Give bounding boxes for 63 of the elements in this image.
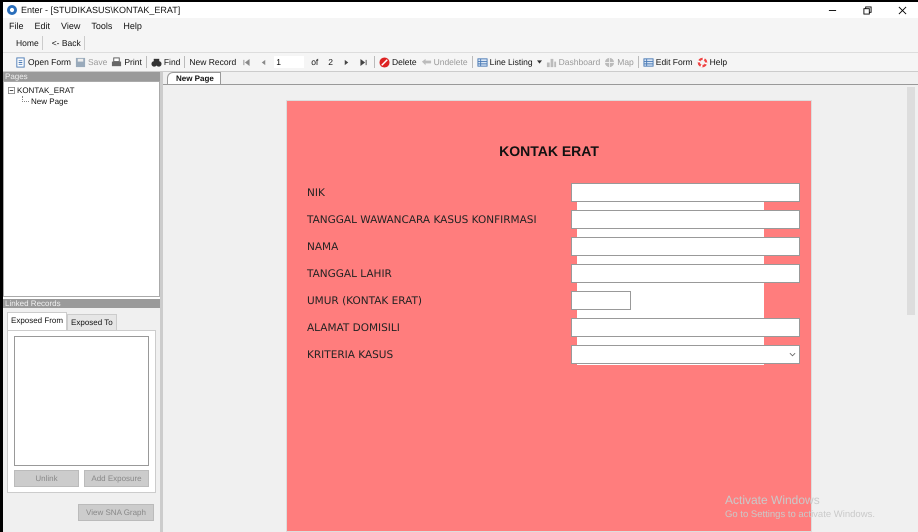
toolbar-button[interactable]: Open Form [15, 56, 71, 68]
table-icon [642, 56, 654, 68]
form-title: KONTAK ERAT [498, 143, 600, 159]
app-icon [7, 5, 17, 15]
last-record-icon[interactable] [360, 58, 368, 66]
panel-header: Linked Records [3, 299, 160, 308]
toolbar-button[interactable]: Print [111, 56, 142, 68]
binoculars-icon [150, 56, 162, 68]
save-icon [75, 56, 86, 68]
lifebuoy-icon [696, 56, 708, 68]
printer-icon [111, 56, 122, 68]
globe-icon [604, 56, 616, 68]
menu-item[interactable]: View [61, 21, 80, 31]
menu-item[interactable]: Tools [91, 21, 112, 31]
first-record-icon[interactable] [243, 58, 250, 66]
toolbar-button[interactable]: Find [150, 56, 180, 68]
record-of-label: of [311, 57, 318, 67]
field-label: ALAMAT DOMISILI [307, 322, 401, 334]
page-tab[interactable]: New Page [167, 72, 221, 84]
nav-button[interactable]: Home [13, 36, 43, 50]
menu-item[interactable]: Help [123, 21, 142, 31]
input-field[interactable] [571, 291, 631, 310]
panel-header: Pages [3, 72, 160, 81]
tree-toggle-icon[interactable] [8, 87, 15, 94]
input-field[interactable] [571, 264, 800, 283]
record-total: 2 [328, 57, 334, 67]
chevron-down-icon [789, 352, 796, 357]
close-icon[interactable] [898, 6, 907, 14]
toolbar-button[interactable]: Line Listing [476, 56, 533, 68]
form-icon [15, 56, 26, 68]
input-field[interactable] [571, 183, 800, 202]
list-box[interactable] [14, 336, 149, 466]
previous-record-icon[interactable] [260, 58, 268, 66]
field-label: TANGGAL WAWANCARA KASUS KONFIRMASI [307, 214, 538, 226]
field-label: NIK [307, 186, 326, 198]
dropdown-field[interactable] [571, 345, 800, 364]
table-icon [476, 56, 488, 68]
no-entry-icon [379, 56, 390, 68]
input-field[interactable] [571, 318, 800, 337]
restore-icon[interactable] [863, 6, 872, 14]
tree-item[interactable]: New Page [31, 97, 68, 106]
tree-item[interactable]: KONTAK_ERAT [17, 86, 74, 95]
input-field[interactable] [571, 210, 800, 229]
caret-icon[interactable] [536, 60, 542, 64]
menu-item[interactable]: File [9, 21, 24, 31]
toolbar-button[interactable]: Edit Form [642, 56, 693, 68]
nav-button[interactable]: <- Back [48, 36, 85, 50]
bar-chart-icon [546, 56, 557, 68]
tab[interactable]: Exposed To [67, 314, 117, 330]
window-title: Enter - [STUDIKASUS\KONTAK_ERAT] [21, 5, 180, 15]
field-label: UMUR (KONTAK ERAT) [307, 294, 423, 306]
undo-arrow-icon [420, 56, 432, 68]
toolbar-button[interactable]: New Record [189, 57, 236, 67]
toolbar-button[interactable]: Help [696, 56, 728, 68]
toolbar-button[interactable]: Delete [379, 56, 417, 68]
field-label: NAMA [307, 240, 340, 252]
field-label: TANGGAL LAHIR [307, 268, 393, 280]
tab[interactable]: Exposed From [7, 312, 68, 330]
next-record-icon[interactable] [343, 58, 350, 66]
field-label: KRITERIA KASUS [307, 348, 394, 360]
input-field[interactable] [571, 237, 800, 256]
menu-item[interactable]: Edit [34, 21, 50, 31]
record-number-field[interactable]: 1 [274, 56, 304, 68]
